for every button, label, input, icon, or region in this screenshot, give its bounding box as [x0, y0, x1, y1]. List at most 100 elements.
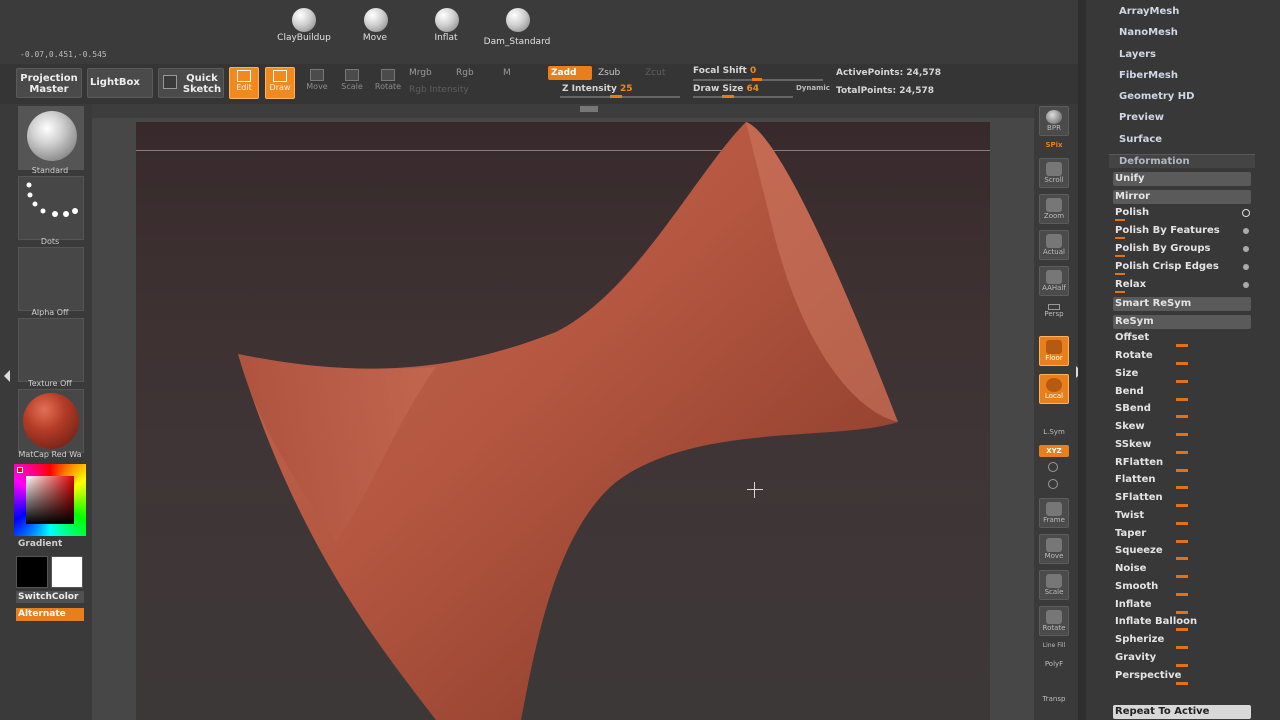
relax-slider[interactable]: Relax: [1113, 278, 1251, 292]
move-brush-label[interactable]: Move: [335, 33, 415, 43]
smooth-slider-knob[interactable]: [1176, 593, 1188, 596]
material-tile[interactable]: [18, 389, 84, 453]
palette-scrollbar[interactable]: [1078, 0, 1086, 720]
inflate-balloon-slider-knob[interactable]: [1176, 628, 1188, 631]
lightbox-button[interactable]: LightBox: [87, 68, 153, 98]
z-intensity-slider[interactable]: [610, 95, 622, 98]
noise-slider[interactable]: Noise: [1113, 562, 1251, 576]
noise-slider-knob[interactable]: [1176, 575, 1188, 578]
scale-mode-button[interactable]: Scale: [337, 67, 367, 99]
sbend-slider[interactable]: SBend: [1113, 402, 1251, 416]
polyf-button[interactable]: PolyF: [1034, 660, 1074, 668]
taper-slider[interactable]: Taper: [1113, 527, 1251, 541]
alternate-button[interactable]: Alternate: [16, 608, 84, 621]
inflate-slider[interactable]: Inflate: [1113, 598, 1251, 612]
polish-crisp-edges-slider[interactable]: Polish Crisp Edges: [1113, 260, 1251, 274]
draw-button[interactable]: Draw: [265, 67, 295, 99]
subpalette-surface[interactable]: Surface: [1119, 134, 1162, 145]
left-tray-toggle-icon[interactable]: [4, 370, 10, 382]
gravity-slider-knob[interactable]: [1176, 664, 1188, 667]
brush-tile[interactable]: [18, 106, 84, 170]
draw-size-track[interactable]: [693, 96, 793, 98]
offset-slider-knob[interactable]: [1176, 344, 1188, 347]
rotate-mode-button[interactable]: Rotate: [373, 67, 403, 99]
draw-size-slider[interactable]: [722, 95, 734, 98]
spix-label[interactable]: SPix: [1034, 141, 1074, 149]
sbend-slider-knob[interactable]: [1176, 415, 1188, 418]
rflatten-slider[interactable]: RFlatten: [1113, 456, 1251, 470]
draw-size-label[interactable]: Draw Size 64: [693, 84, 759, 94]
xyz-button[interactable]: XYZ: [1039, 445, 1069, 457]
size-slider[interactable]: Size: [1113, 367, 1251, 381]
top-scroll-handle[interactable]: [580, 106, 598, 112]
rotate-view-button[interactable]: Rotate: [1039, 606, 1069, 636]
skew-slider[interactable]: Skew: [1113, 420, 1251, 434]
deformation-header[interactable]: Deformation: [1109, 154, 1255, 168]
flatten-slider-knob[interactable]: [1176, 486, 1188, 489]
alpha-tile[interactable]: [18, 247, 84, 311]
scroll-button[interactable]: Scroll: [1039, 158, 1069, 188]
edit-button[interactable]: Edit: [229, 67, 259, 99]
polish-by-features-slider[interactable]: Polish By Features: [1113, 224, 1251, 238]
perspective-slider-knob[interactable]: [1176, 682, 1188, 685]
zadd-button[interactable]: Zadd: [548, 66, 592, 80]
polish-by-groups-toggle-icon[interactable]: [1243, 246, 1249, 252]
focal-shift-slider[interactable]: [752, 78, 762, 81]
rgb-button[interactable]: Rgb: [456, 68, 474, 78]
subpalette-arraymesh[interactable]: ArrayMesh: [1119, 6, 1179, 17]
move-mode-button[interactable]: Move: [302, 67, 332, 99]
main-color-swatch[interactable]: [16, 556, 48, 588]
lsym-button[interactable]: L.Sym: [1034, 428, 1074, 436]
inflate-balloon-slider[interactable]: Inflate Balloon: [1113, 615, 1251, 629]
transp-button[interactable]: Transp: [1034, 695, 1074, 703]
polish-crisp-edges-toggle-icon[interactable]: [1243, 264, 1249, 270]
frame-button[interactable]: Frame: [1039, 498, 1069, 528]
sflatten-slider[interactable]: SFlatten: [1113, 491, 1251, 505]
inflat-brush-icon[interactable]: [435, 8, 459, 32]
persp-button[interactable]: Persp: [1034, 304, 1074, 318]
repeat-to-active-button[interactable]: Repeat To Active: [1113, 705, 1251, 719]
perspective-slider[interactable]: Perspective: [1113, 669, 1251, 683]
bend-slider[interactable]: Bend: [1113, 385, 1251, 399]
secondary-color-swatch[interactable]: [51, 556, 83, 588]
offset-slider[interactable]: Offset: [1113, 331, 1251, 345]
rgb-intensity-label[interactable]: Rgb Intensity: [409, 85, 469, 95]
quick-sketch-button[interactable]: Quick Sketch: [158, 68, 224, 98]
gravity-slider[interactable]: Gravity: [1113, 651, 1251, 665]
unify-button[interactable]: Unify: [1113, 172, 1251, 186]
stroke-tile[interactable]: [18, 176, 84, 240]
flatten-slider[interactable]: Flatten: [1113, 473, 1251, 487]
relax-toggle-icon[interactable]: [1243, 282, 1249, 288]
dam-standard-brush-label[interactable]: Dam_Standard: [477, 37, 557, 47]
m-button[interactable]: M: [503, 68, 511, 78]
subpalette-fibermesh[interactable]: FiberMesh: [1119, 70, 1178, 81]
squeeze-slider[interactable]: Squeeze: [1113, 544, 1251, 558]
sflatten-slider-knob[interactable]: [1176, 504, 1188, 507]
spherize-slider[interactable]: Spherize: [1113, 633, 1251, 647]
actual-button[interactable]: Actual: [1039, 230, 1069, 260]
inflat-brush-label[interactable]: Inflat: [406, 33, 486, 43]
bpr-button[interactable]: BPR: [1039, 106, 1069, 136]
sskew-slider-knob[interactable]: [1176, 451, 1188, 454]
polish-by-groups-slider[interactable]: Polish By Groups: [1113, 242, 1251, 256]
subpalette-geometry-hd[interactable]: Geometry HD: [1119, 91, 1194, 102]
clay-buildup-label[interactable]: ClayBuildup: [264, 33, 344, 43]
bend-slider-knob[interactable]: [1176, 398, 1188, 401]
rotate-z-icon[interactable]: [1048, 479, 1058, 489]
texture-tile[interactable]: [18, 318, 84, 382]
rflatten-slider-knob[interactable]: [1176, 469, 1188, 472]
subpalette-layers[interactable]: Layers: [1119, 49, 1156, 60]
dynamic-button[interactable]: Dynamic: [796, 84, 830, 92]
polish-by-features-toggle-icon[interactable]: [1243, 228, 1249, 234]
z-intensity-label[interactable]: Z Intensity 25: [562, 84, 633, 94]
subpalette-nanomesh[interactable]: NanoMesh: [1119, 27, 1178, 38]
skew-slider-knob[interactable]: [1176, 433, 1188, 436]
mrgb-button[interactable]: Mrgb: [409, 68, 432, 78]
taper-slider-knob[interactable]: [1176, 540, 1188, 543]
floor-button[interactable]: Floor: [1039, 336, 1069, 366]
twist-slider[interactable]: Twist: [1113, 509, 1251, 523]
squeeze-slider-knob[interactable]: [1176, 557, 1188, 560]
mirror-button[interactable]: Mirror: [1113, 190, 1251, 204]
spherize-slider-knob[interactable]: [1176, 646, 1188, 649]
sskew-slider[interactable]: SSkew: [1113, 438, 1251, 452]
